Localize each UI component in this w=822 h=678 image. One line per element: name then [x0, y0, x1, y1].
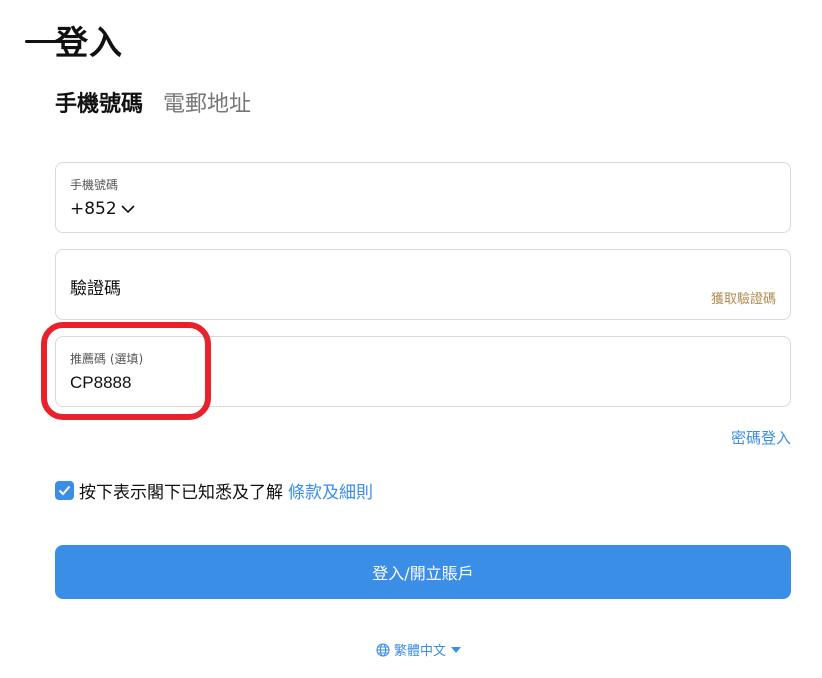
language-selector[interactable]: 繁體中文 [376, 640, 465, 659]
active-tab-indicator [25, 40, 72, 43]
tab-email[interactable]: 電郵地址 [163, 86, 251, 132]
caret-down-icon [451, 646, 462, 653]
terms-row: 按下表示閣下已知悉及了解 條款及細則 [55, 478, 373, 503]
globe-icon [376, 642, 390, 657]
referral-code-field[interactable]: 推薦碼 (選填) [55, 336, 791, 407]
login-method-tabs: 手機號碼 電郵地址 [55, 86, 251, 132]
referral-code-label: 推薦碼 (選填) [70, 352, 144, 366]
get-code-button[interactable]: 獲取驗證碼 [711, 288, 776, 307]
verification-code-field[interactable]: 驗證碼 獲取驗證碼 [55, 249, 791, 320]
phone-field[interactable]: 手機號碼 +852 [55, 162, 791, 233]
password-login-link[interactable]: 密碼登入 [731, 427, 791, 448]
chevron-down-icon [121, 205, 135, 214]
referral-code-input[interactable] [70, 373, 670, 393]
tab-phone[interactable]: 手機號碼 [55, 86, 143, 132]
check-icon [58, 485, 71, 496]
verification-code-placeholder: 驗證碼 [70, 279, 121, 299]
phone-field-label: 手機號碼 [70, 178, 119, 192]
terms-link[interactable]: 條款及細則 [288, 478, 373, 503]
login-submit-button[interactable]: 登入/開立賬戶 [55, 545, 791, 599]
language-label: 繁體中文 [394, 644, 447, 659]
country-code-value: +852 [70, 199, 117, 219]
terms-text: 按下表示閣下已知悉及了解 [79, 483, 283, 503]
terms-checkbox[interactable] [55, 481, 74, 500]
country-code-select[interactable]: +852 [70, 199, 135, 219]
